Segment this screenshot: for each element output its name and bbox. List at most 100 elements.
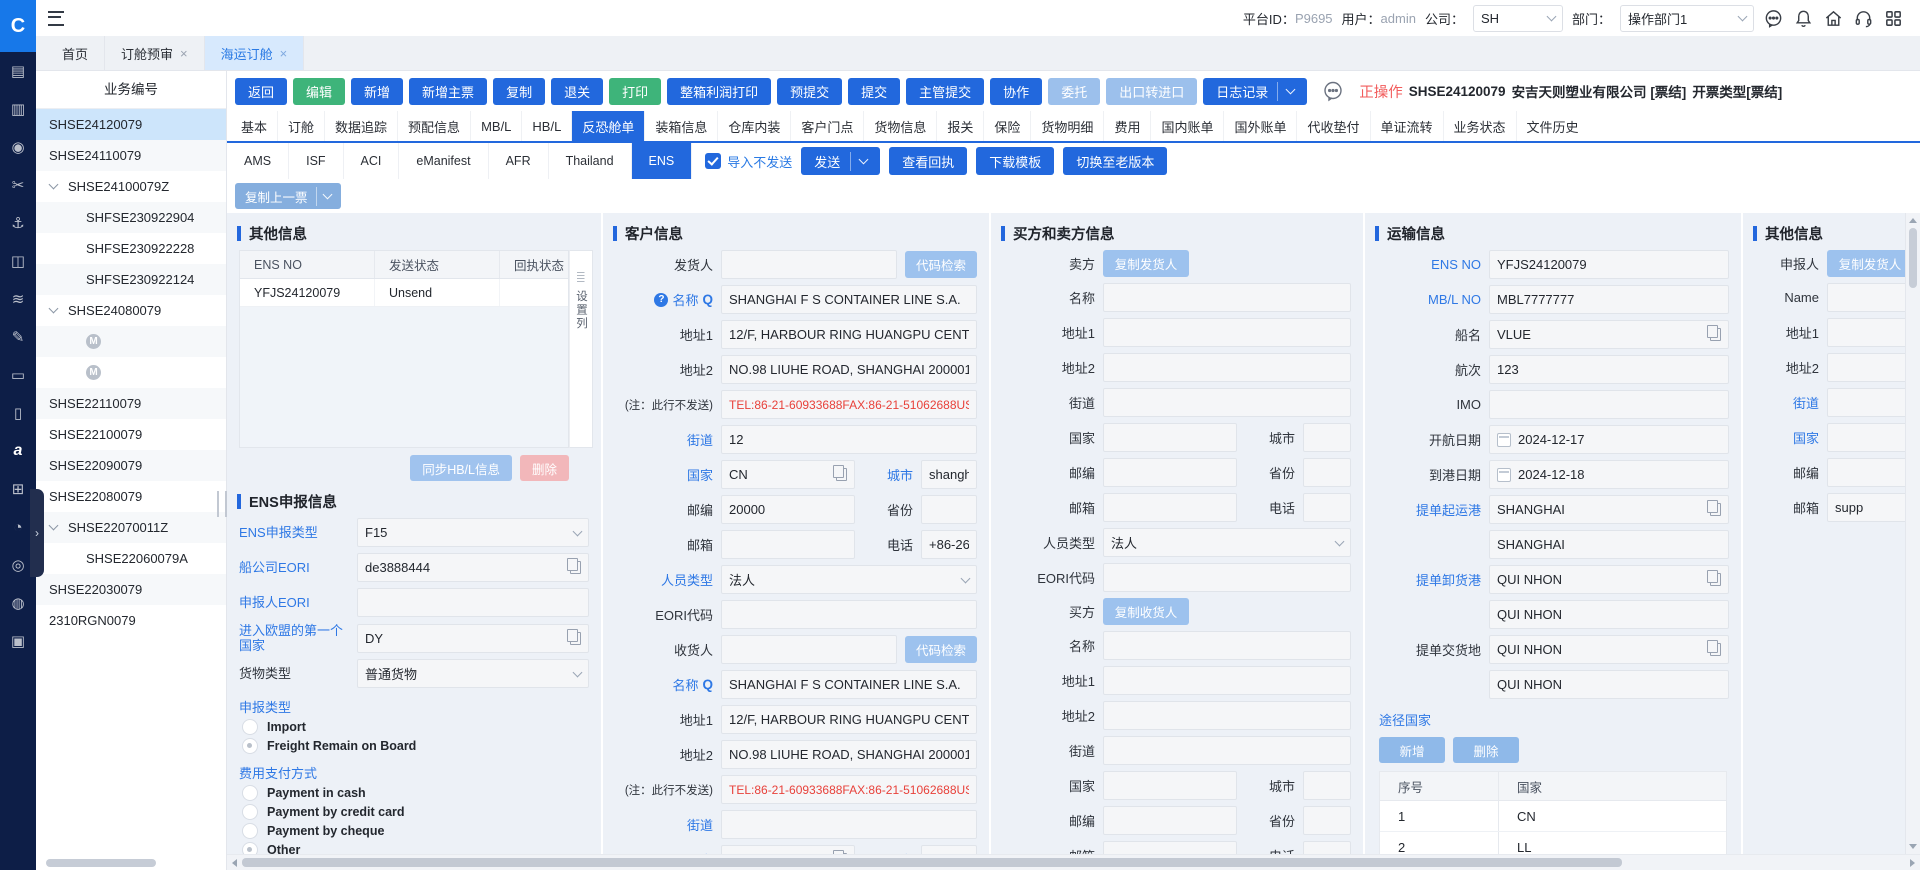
add-route-button[interactable]: 新增 [1379, 737, 1445, 763]
field-input[interactable] [1103, 666, 1351, 695]
field-input[interactable]: VLUE [1489, 320, 1729, 349]
headset-icon[interactable] [1853, 8, 1874, 29]
business-list-item[interactable]: SHSE24110079 [36, 140, 226, 171]
radio-option[interactable]: Other [242, 842, 589, 854]
toolbar-button[interactable]: 新增 [351, 78, 403, 105]
detail-tab[interactable]: 文件历史 [1516, 111, 1589, 141]
field-input[interactable]: QUI NHON [1489, 600, 1729, 629]
switch-old-version-button[interactable]: 切换至老版本 [1063, 147, 1167, 175]
scroll-left-icon[interactable] [232, 859, 237, 867]
field-input[interactable]: TEL:86-21-60933688FAX:86-21-51062688USC: [721, 390, 977, 419]
download-template-button[interactable]: 下载模板 [976, 147, 1054, 175]
radio-icon[interactable] [242, 804, 258, 820]
copy-icon[interactable] [836, 853, 847, 854]
field-input[interactable]: 2024-12-18 [1489, 460, 1729, 489]
dept-select[interactable]: 操作部门1 [1620, 5, 1754, 32]
radio-option[interactable]: Payment in cash [242, 785, 589, 801]
manifest-tab[interactable]: ENS [632, 143, 693, 179]
expand-chevron-icon[interactable] [49, 180, 59, 190]
detail-tab[interactable]: 基本 [227, 111, 277, 141]
field-input[interactable] [1103, 388, 1351, 417]
field-input[interactable] [721, 635, 897, 664]
field-input[interactable]: lso [921, 845, 977, 854]
business-list-item[interactable]: SHSE24080079 [36, 295, 226, 326]
business-list-item[interactable]: SHSE24100079Z [36, 171, 226, 202]
detail-tab[interactable]: 代收垫付 [1296, 111, 1369, 141]
field-input[interactable]: MBL7777777 [1489, 285, 1729, 314]
detail-tab[interactable]: 订舱 [277, 111, 324, 141]
scroll-down-icon[interactable] [1909, 844, 1917, 849]
field-input[interactable] [1489, 390, 1729, 419]
copy-icon[interactable] [1710, 573, 1721, 586]
comment-icon[interactable] [1321, 79, 1345, 103]
apps-grid-icon[interactable] [1883, 8, 1904, 29]
radio-icon[interactable] [242, 785, 258, 801]
field-input[interactable]: SHANGHAI F S CONTAINER LINE S.A. [721, 670, 977, 699]
copy-icon[interactable] [1710, 328, 1721, 341]
copy-icon[interactable] [570, 632, 581, 645]
detail-tab[interactable]: 国外账单 [1223, 111, 1296, 141]
menu-toggle-icon[interactable] [48, 11, 64, 26]
field-input[interactable] [1303, 493, 1351, 522]
copy-party-button[interactable]: 复制发货人 [1103, 250, 1189, 277]
field-input[interactable] [1103, 631, 1351, 660]
field-input[interactable]: 普通货物 [357, 659, 589, 688]
business-list-item[interactable]: SHSE22090079 [36, 450, 226, 481]
business-list-item[interactable]: SHSE24120079 [36, 109, 226, 140]
manifest-tab[interactable]: ACI [344, 143, 400, 179]
toolbar-button[interactable]: 复制 [493, 78, 545, 105]
detail-tab[interactable]: 货物明细 [1030, 111, 1103, 141]
field-input[interactable]: +86-263636333 [921, 530, 977, 559]
field-input[interactable]: 20000 [721, 495, 855, 524]
copy-icon[interactable] [836, 468, 847, 481]
field-input[interactable] [1303, 458, 1351, 487]
business-list-item[interactable]: SHFSE230922124 [36, 264, 226, 295]
field-input[interactable] [1303, 423, 1351, 452]
field-input[interactable]: SHANGHAI F S CONTAINER LINE S.A. [721, 285, 977, 314]
radio-icon[interactable] [242, 719, 258, 735]
page-tab[interactable]: 海运订舱 × [205, 36, 305, 70]
field-input[interactable]: 12 [721, 425, 977, 454]
field-input[interactable] [721, 600, 977, 629]
detail-tab[interactable]: 报关 [936, 111, 983, 141]
business-list-item[interactable]: SHSE22110079 [36, 388, 226, 419]
close-icon[interactable]: × [280, 46, 288, 61]
field-input[interactable] [1827, 283, 1906, 312]
business-list-item[interactable]: SHSE22100079 [36, 419, 226, 450]
delete-route-button[interactable]: 删除 [1453, 737, 1519, 763]
field-input[interactable] [1303, 771, 1351, 800]
company-select[interactable]: SH [1473, 5, 1563, 32]
view-receipt-button[interactable]: 查看回执 [889, 147, 967, 175]
card-icon[interactable]: ▭ [0, 356, 36, 394]
business-list-item[interactable]: SHFSE230922904 [36, 202, 226, 233]
toolbar-button[interactable]: 退关 [551, 78, 603, 105]
scroll-right-icon[interactable] [1910, 859, 1915, 867]
send-button[interactable]: 发送 [801, 147, 880, 175]
field-input[interactable]: 法人 [1103, 528, 1351, 557]
toolbar-button[interactable]: 提交 [848, 78, 900, 105]
field-input[interactable] [1103, 423, 1237, 452]
field-input[interactable] [1827, 318, 1906, 347]
business-list-item[interactable]: SHSE22070011Z [36, 512, 226, 543]
copy-previous-button[interactable]: 复制上一票 [235, 183, 341, 209]
page-tab[interactable]: 首页 [46, 36, 105, 70]
dashboard-icon[interactable]: ▣ [0, 622, 36, 660]
field-input[interactable]: TEL:86-21-60933688FAX:86-21-51062688USC: [721, 775, 977, 804]
toolbar-button[interactable]: 出口转进口 [1106, 78, 1197, 105]
expand-chevron-icon[interactable] [49, 521, 59, 531]
toolbar-button[interactable]: 返回 [235, 78, 287, 105]
detail-tab[interactable]: 货物信息 [863, 111, 936, 141]
toolbar-button[interactable]: 预提交 [777, 78, 842, 105]
field-input[interactable] [1103, 806, 1237, 835]
copy-icon[interactable] [1710, 503, 1721, 516]
anchor-icon[interactable]: ⚓ [0, 204, 36, 242]
detail-tab[interactable]: 单证流转 [1370, 111, 1443, 141]
device-icon[interactable]: ▯ [0, 394, 36, 432]
radio-option[interactable]: Freight Remain on Board [242, 738, 589, 754]
detail-tab[interactable]: MB/L [470, 111, 521, 141]
detail-tab[interactable]: 保险 [983, 111, 1030, 141]
radio-icon[interactable] [242, 738, 258, 754]
business-list-item[interactable]: M [36, 326, 226, 357]
detail-tab[interactable]: 客户门点 [790, 111, 863, 141]
edit-icon[interactable]: ✎ [0, 318, 36, 356]
